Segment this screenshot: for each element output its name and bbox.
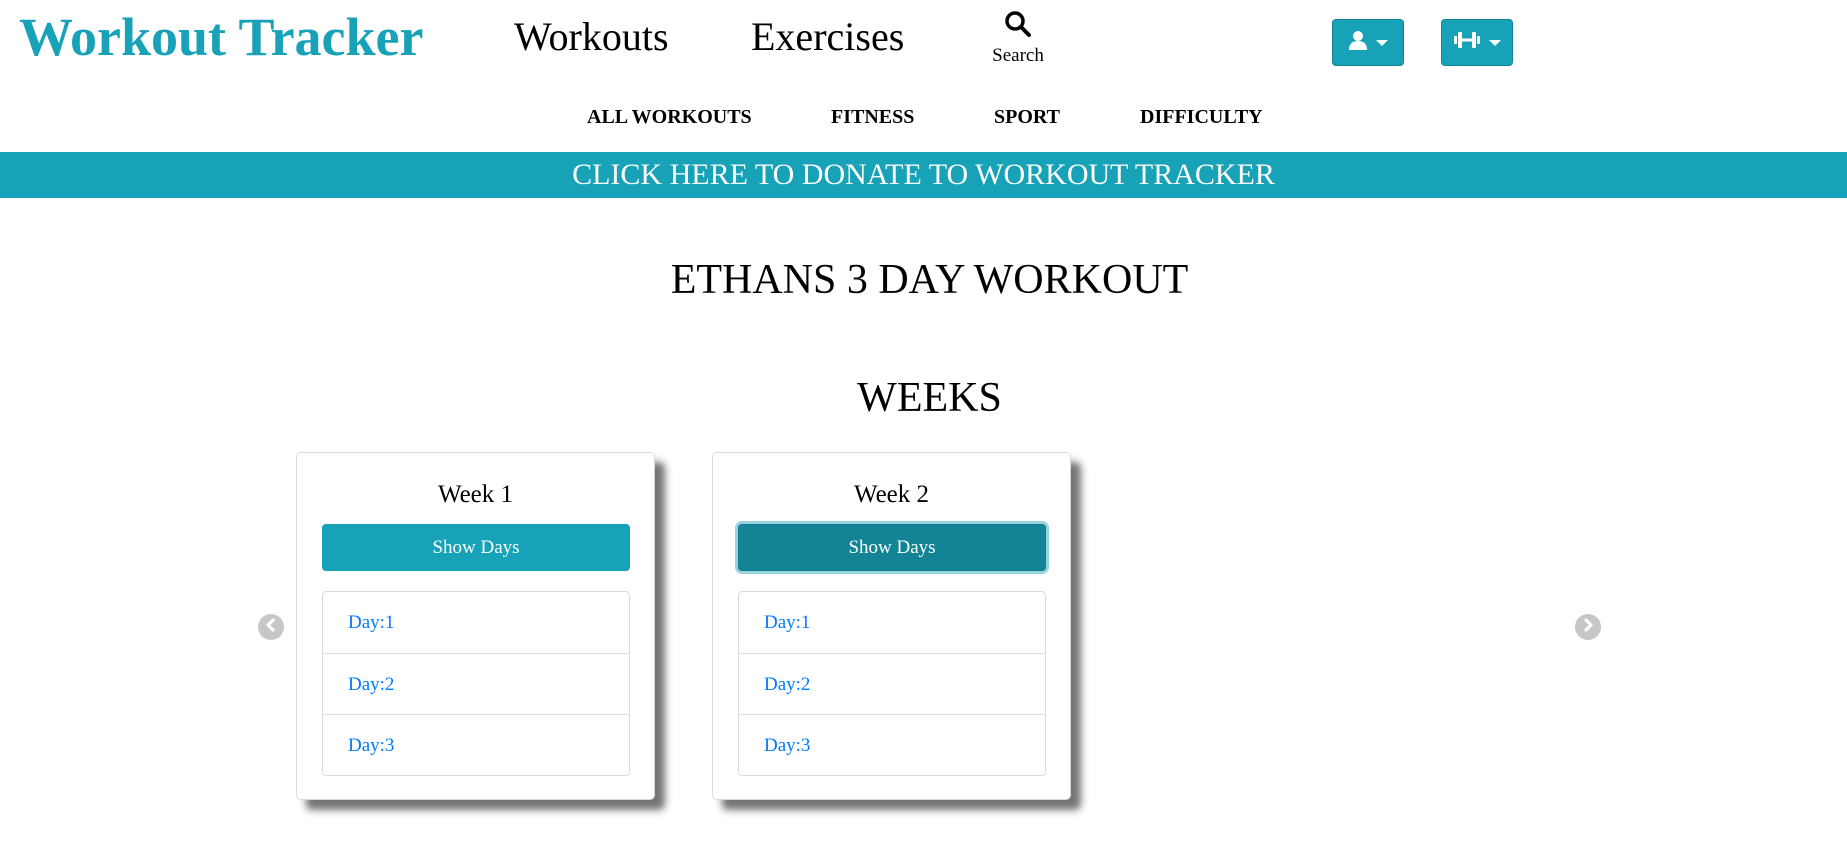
week-card: Week 1 Show Days Day:1 Day:2 Day:3 bbox=[296, 452, 655, 800]
week-title: Week 2 bbox=[853, 481, 930, 508]
day-link[interactable]: Day:1 bbox=[739, 592, 1045, 653]
section-title: WEEKS bbox=[857, 375, 1002, 421]
donate-banner[interactable]: CLICK HERE TO DONATE TO WORKOUT TRACKER bbox=[0, 152, 1847, 198]
day-link[interactable]: Day:2 bbox=[323, 653, 629, 714]
nav-workouts[interactable]: Workouts bbox=[514, 12, 669, 62]
day-list: Day:1 Day:2 Day:3 bbox=[738, 591, 1046, 776]
day-link[interactable]: Day:3 bbox=[739, 714, 1045, 775]
subnav-difficulty[interactable]: DIFFICULTY bbox=[1140, 104, 1263, 130]
week-title: Week 1 bbox=[437, 481, 514, 508]
carousel-next-button[interactable] bbox=[1575, 614, 1601, 640]
subnav-fitness[interactable]: FITNESS bbox=[831, 104, 914, 130]
show-days-button[interactable]: Show Days bbox=[738, 524, 1046, 571]
page-title: ETHANS 3 DAY WORKOUT bbox=[670, 257, 1189, 303]
subnav-all-workouts[interactable]: ALL WORKOUTS bbox=[587, 104, 752, 130]
subnav-sport[interactable]: SPORT bbox=[994, 104, 1060, 130]
brand-logo[interactable]: Workout Tracker bbox=[19, 6, 423, 68]
search-label: Search bbox=[992, 45, 1044, 66]
chevron-left-icon bbox=[264, 617, 278, 637]
workout-dropdown-button[interactable] bbox=[1441, 19, 1513, 66]
week-card: Week 2 Show Days Day:1 Day:2 Day:3 bbox=[712, 452, 1071, 800]
search-icon bbox=[1004, 11, 1032, 42]
show-days-button[interactable]: Show Days bbox=[322, 524, 630, 571]
search-button[interactable]: Search bbox=[978, 10, 1058, 67]
day-link[interactable]: Day:2 bbox=[739, 653, 1045, 714]
day-link[interactable]: Day:1 bbox=[323, 592, 629, 653]
day-link[interactable]: Day:3 bbox=[323, 714, 629, 775]
caret-down-icon bbox=[1376, 39, 1388, 46]
caret-down-icon bbox=[1489, 39, 1501, 46]
user-dropdown-button[interactable] bbox=[1332, 19, 1404, 66]
chevron-right-icon bbox=[1581, 617, 1595, 637]
day-list: Day:1 Day:2 Day:3 bbox=[322, 591, 630, 776]
carousel-prev-button[interactable] bbox=[258, 614, 284, 640]
nav-exercises[interactable]: Exercises bbox=[751, 12, 904, 62]
dumbbell-icon bbox=[1453, 30, 1481, 55]
user-icon bbox=[1348, 30, 1368, 55]
